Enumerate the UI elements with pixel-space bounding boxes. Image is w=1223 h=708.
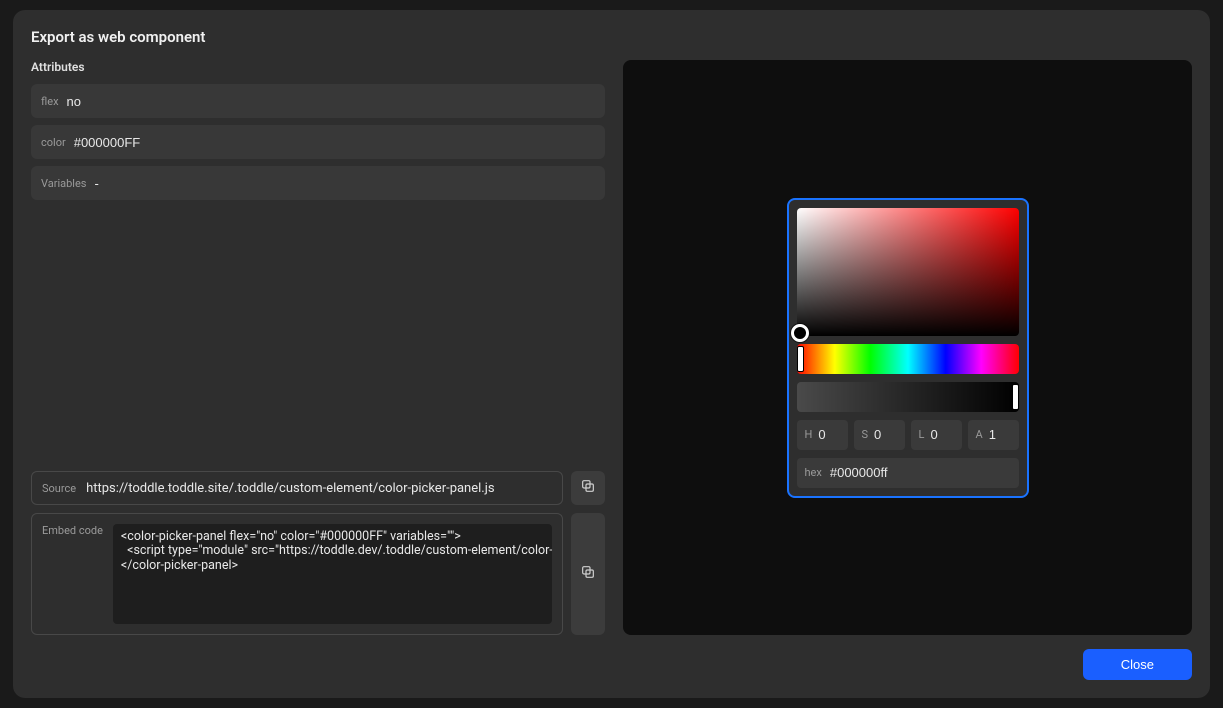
s-cell[interactable]: S (854, 420, 905, 450)
hex-label: hex (805, 466, 822, 479)
h-cell[interactable]: H (797, 420, 848, 450)
hue-slider[interactable] (797, 344, 1019, 374)
export-dialog: Export as web component Attributes flex … (13, 10, 1210, 698)
l-label: L (919, 428, 925, 441)
sv-thumb[interactable] (791, 324, 809, 342)
attr-value-color[interactable] (74, 135, 595, 150)
h-label: H (805, 428, 813, 441)
copy-icon (580, 478, 596, 498)
source-row: Source https://toddle.toddle.site/.toddl… (31, 471, 605, 505)
attr-value-flex[interactable] (67, 94, 595, 109)
hex-row[interactable]: hex (797, 458, 1019, 488)
attr-row-variables[interactable]: Variables (31, 166, 605, 200)
source-box[interactable]: Source https://toddle.toddle.site/.toddl… (31, 471, 563, 505)
alpha-slider[interactable] (797, 382, 1019, 412)
copy-icon (580, 564, 596, 584)
attr-value-variables[interactable] (95, 176, 596, 191)
embed-label: Embed code (42, 524, 103, 537)
attr-row-flex[interactable]: flex (31, 84, 605, 118)
saturation-value-area[interactable] (797, 208, 1019, 336)
dialog-footer: Close (31, 649, 1192, 680)
s-input[interactable] (874, 427, 896, 442)
h-input[interactable] (818, 427, 839, 442)
dialog-body: Attributes flex color Variables Source h… (31, 60, 1192, 635)
attr-key: flex (41, 95, 59, 108)
embed-row: Embed code (31, 513, 605, 635)
hsla-row: H S L A (797, 420, 1019, 450)
copy-embed-button[interactable] (571, 513, 605, 635)
color-picker-panel: H S L A (787, 198, 1029, 498)
a-input[interactable] (989, 427, 1011, 442)
hue-thumb[interactable] (797, 346, 804, 372)
attr-row-color[interactable]: color (31, 125, 605, 159)
l-input[interactable] (930, 427, 953, 442)
embed-textarea[interactable] (113, 524, 552, 624)
attr-key: color (41, 136, 66, 149)
s-label: S (862, 428, 869, 441)
alpha-thumb[interactable] (1012, 384, 1019, 410)
preview-pane: H S L A (623, 60, 1192, 635)
dialog-title: Export as web component (31, 28, 1192, 46)
embed-box: Embed code (31, 513, 563, 635)
a-cell[interactable]: A (968, 420, 1019, 450)
attributes-label: Attributes (31, 60, 605, 74)
source-value: https://toddle.toddle.site/.toddle/custo… (86, 481, 494, 496)
close-button[interactable]: Close (1083, 649, 1192, 680)
l-cell[interactable]: L (911, 420, 962, 450)
left-column: Attributes flex color Variables Source h… (31, 60, 605, 635)
hex-input[interactable] (830, 465, 1011, 480)
attr-key: Variables (41, 177, 87, 190)
copy-source-button[interactable] (571, 471, 605, 505)
source-label: Source (42, 482, 76, 495)
a-label: A (976, 428, 983, 441)
